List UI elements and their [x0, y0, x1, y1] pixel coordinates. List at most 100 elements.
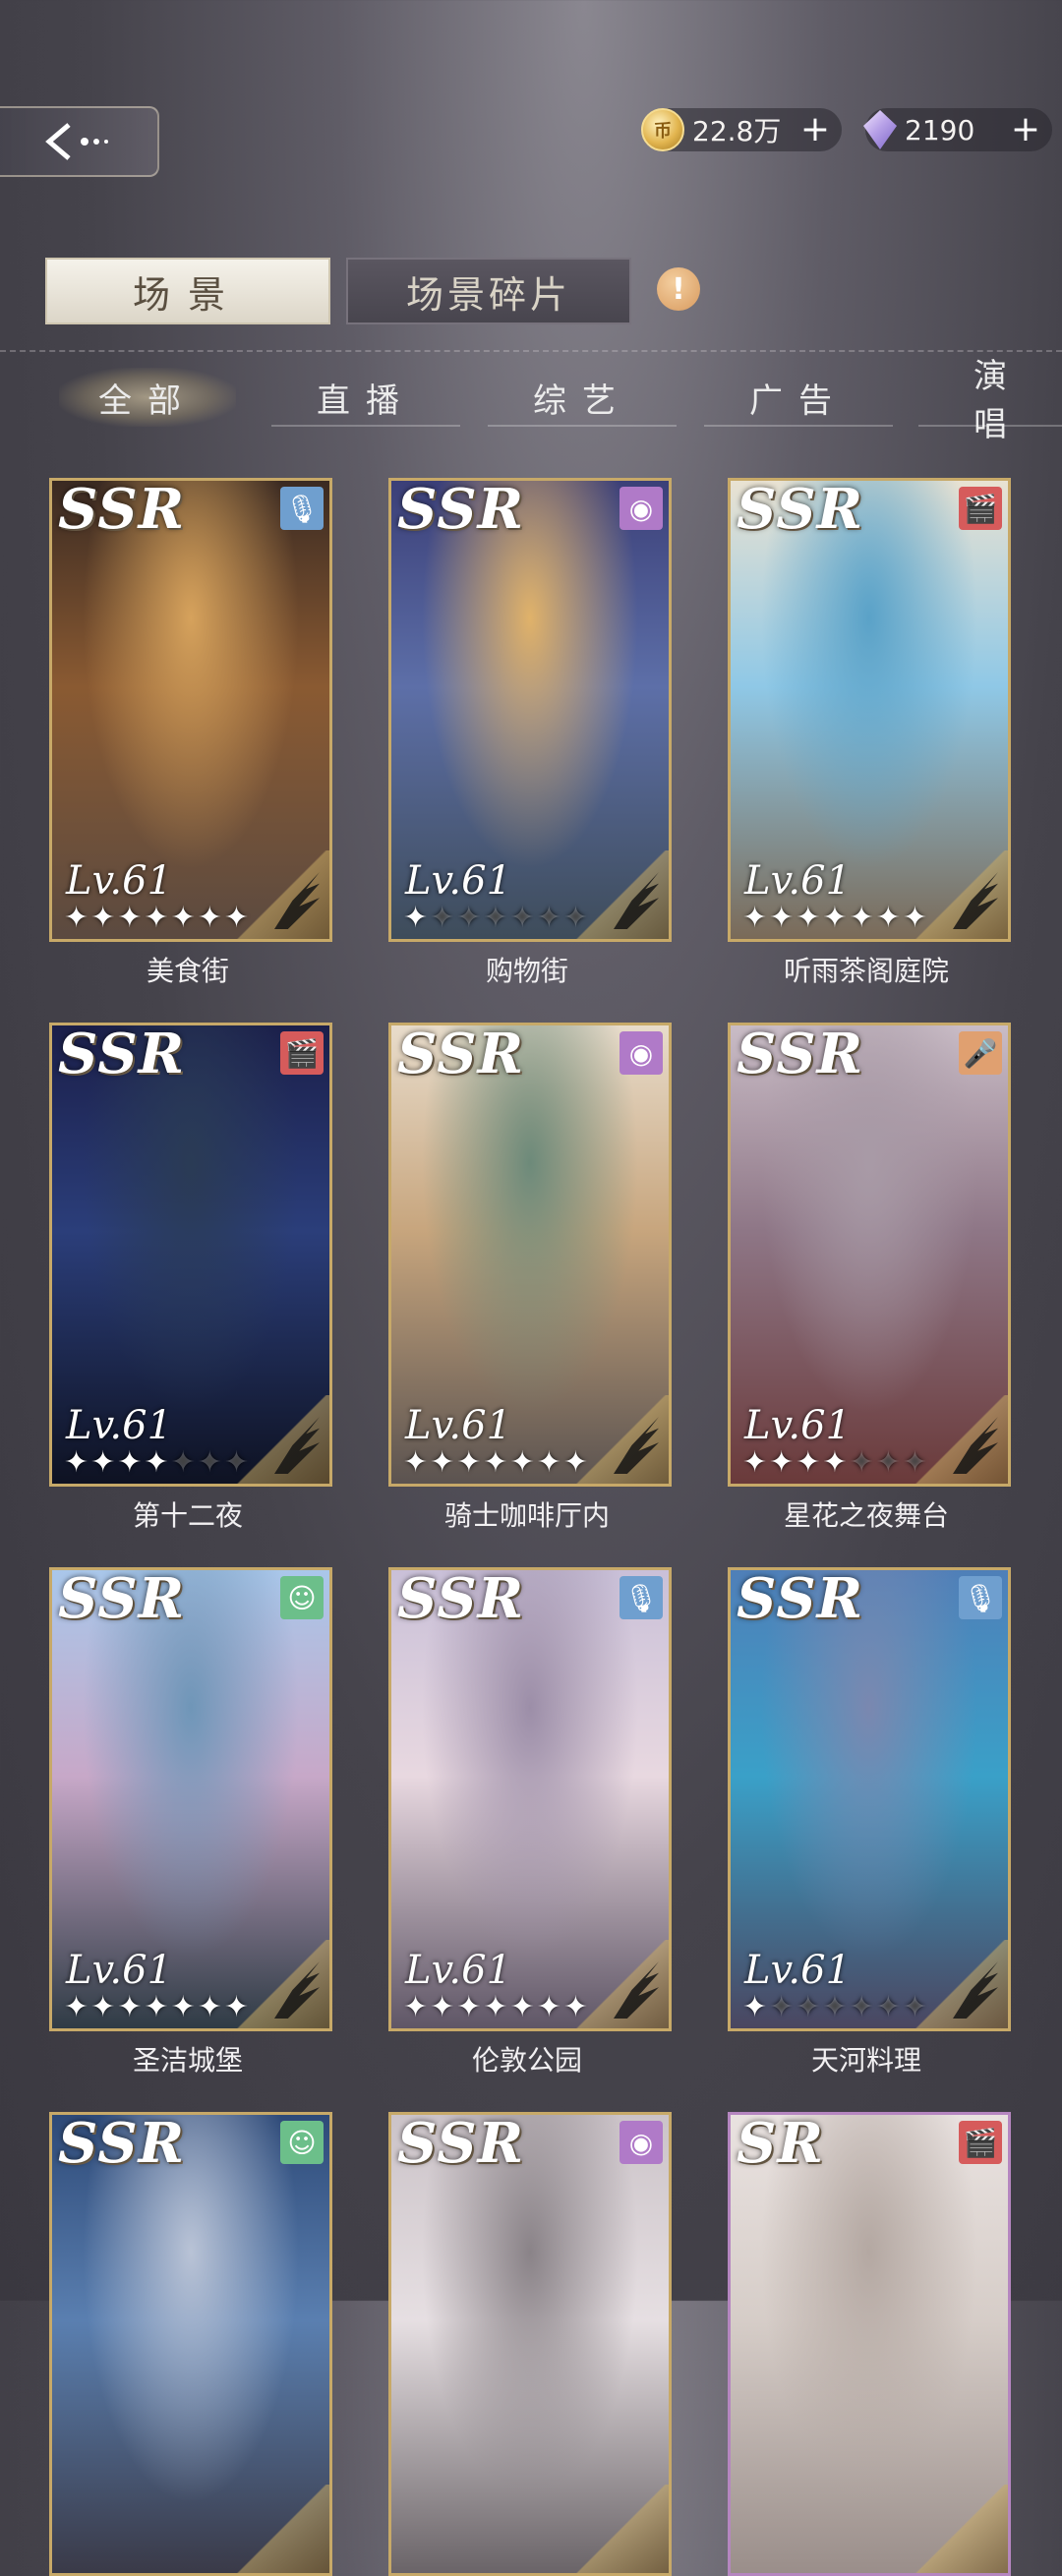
scene-card[interactable]: SSR ◉ Lv.61 ✦✦✦✦✦✦✦ [388, 1023, 672, 1487]
scene-card[interactable]: SSR ◉ Lv.61 ✦✦✦✦✦✦✦ [388, 478, 672, 942]
record-circle-icon: ◉ [620, 1031, 663, 1075]
rarity-label: SSR [58, 2112, 186, 2176]
tab-scene-fragments[interactable]: 场景碎片 [346, 258, 631, 324]
star-icon: ✦ [403, 901, 431, 935]
scene-card[interactable]: SSR 🎬 Lv.61 ✦✦✦✦✦✦✦ [49, 1023, 332, 1487]
scene-card[interactable]: SSR ◉ [388, 2112, 672, 2576]
star-icon: ✦ [403, 1990, 431, 2024]
star-icon: ✦ [483, 901, 510, 935]
star-icon: ✦ [769, 1445, 796, 1480]
scene-card-name: 第十二夜 [132, 1499, 243, 1532]
scene-card[interactable]: SSR 🎙 Lv.61 ✦✦✦✦✦✦✦ [388, 1567, 672, 2031]
scene-card-name: 伦敦公园 [471, 2044, 582, 2077]
star-icon: ✦ [509, 901, 537, 935]
star-icon: ✦ [902, 1445, 929, 1480]
microphone-icon: 🎙 [280, 487, 324, 530]
star-icon: ✦ [483, 1445, 510, 1480]
scene-card[interactable]: SSR 🎤 Lv.61 ✦✦✦✦✦✦✦ [728, 1023, 1011, 1487]
star-icon: ✦ [223, 1990, 251, 2024]
star-icon: ✦ [902, 901, 929, 935]
card-frame-ornament [890, 2485, 1008, 2573]
star-rating: ✦✦✦✦✦✦✦ [742, 1445, 929, 1480]
scene-card-name: 天河料理 [810, 2044, 921, 2077]
add-coins-button[interactable]: + [800, 112, 830, 147]
star-icon: ✦ [769, 1990, 796, 2024]
star-rating: ✦✦✦✦✦✦✦ [403, 901, 590, 935]
scene-card-name: 美食街 [146, 955, 229, 987]
star-icon: ✦ [170, 901, 198, 935]
scene-card-name: 骑士咖啡厅内 [443, 1499, 610, 1532]
category-live[interactable]: 直播 [271, 368, 460, 427]
star-icon: ✦ [536, 1445, 563, 1480]
star-icon: ✦ [144, 901, 171, 935]
category-ads[interactable]: 广告 [704, 368, 893, 427]
scene-card[interactable]: SSR ☺ [49, 2112, 332, 2576]
tab-scene[interactable]: 场景 [45, 258, 330, 324]
rarity-label: SSR [58, 478, 186, 542]
scene-card[interactable]: SSR 🎬 Lv.61 ✦✦✦✦✦✦✦ [728, 478, 1011, 942]
microphone-icon: 🎙 [959, 1576, 1002, 1619]
add-gems-button[interactable]: + [1011, 112, 1040, 147]
category-variety[interactable]: 综艺 [488, 368, 677, 427]
handheld-mic-icon: 🎤 [959, 1031, 1002, 1075]
star-icon: ✦ [430, 1445, 457, 1480]
level-label: Lv.61 [405, 1403, 512, 1448]
star-icon: ✦ [875, 901, 903, 935]
star-icon: ✦ [64, 1445, 91, 1480]
card-frame-ornament [551, 2485, 669, 2573]
star-icon: ✦ [117, 1445, 145, 1480]
category-underline [918, 425, 1062, 427]
info-icon[interactable]: ! [657, 267, 700, 311]
category-underline [488, 425, 677, 427]
star-rating: ✦✦✦✦✦✦✦ [742, 1990, 929, 2024]
star-icon: ✦ [456, 901, 484, 935]
record-circle-icon: ◉ [620, 487, 663, 530]
clapperboard-icon: 🎬 [959, 2121, 1002, 2164]
scene-card-name: 星花之夜舞台 [783, 1499, 949, 1532]
star-icon: ✦ [875, 1445, 903, 1480]
scene-card[interactable]: SSR ☺ Lv.61 ✦✦✦✦✦✦✦ [49, 1567, 332, 2031]
star-icon: ✦ [849, 1990, 876, 2024]
star-icon: ✦ [117, 901, 145, 935]
level-label: Lv.61 [405, 1948, 512, 1993]
back-button[interactable] [0, 106, 159, 177]
star-icon: ✦ [197, 1990, 224, 2024]
scene-card[interactable]: SR 🎬 [728, 2112, 1011, 2576]
clapperboard-icon: 🎬 [280, 1031, 324, 1075]
star-icon: ✦ [430, 901, 457, 935]
category-underline [271, 425, 460, 427]
star-rating: ✦✦✦✦✦✦✦ [64, 1990, 251, 2024]
star-rating: ✦✦✦✦✦✦✦ [403, 1445, 590, 1480]
star-icon: ✦ [64, 1990, 91, 2024]
star-icon: ✦ [875, 1990, 903, 2024]
star-icon: ✦ [117, 1990, 145, 2024]
rarity-label: SSR [58, 1023, 186, 1086]
star-icon: ✦ [796, 901, 823, 935]
level-label: Lv.61 [66, 1403, 173, 1448]
category-all[interactable]: 全部 [59, 368, 236, 427]
rarity-label: SSR [737, 478, 864, 542]
scene-card[interactable]: SSR 🎙 Lv.61 ✦✦✦✦✦✦✦ [728, 1567, 1011, 2031]
level-label: Lv.61 [66, 1948, 173, 1993]
category-underline [704, 425, 893, 427]
star-icon: ✦ [64, 901, 91, 935]
star-icon: ✦ [902, 1990, 929, 2024]
star-icon: ✦ [822, 1990, 850, 2024]
star-icon: ✦ [90, 1445, 118, 1480]
star-rating: ✦✦✦✦✦✦✦ [403, 1990, 590, 2024]
clapperboard-icon: 🎬 [959, 487, 1002, 530]
level-label: Lv.61 [744, 1403, 852, 1448]
star-icon: ✦ [769, 901, 796, 935]
star-icon: ✦ [536, 901, 563, 935]
star-icon: ✦ [90, 901, 118, 935]
level-label: Lv.61 [744, 1948, 852, 1993]
star-rating: ✦✦✦✦✦✦✦ [742, 901, 929, 935]
category-concert[interactable]: 演唱 [918, 357, 1062, 444]
star-icon: ✦ [456, 1990, 484, 2024]
level-label: Lv.61 [744, 858, 852, 904]
scene-card[interactable]: SSR 🎙 Lv.61 ✦✦✦✦✦✦✦ [49, 478, 332, 942]
diamond-icon [863, 110, 897, 149]
gem-balance: 2190 + [863, 108, 1052, 151]
star-icon: ✦ [170, 1990, 198, 2024]
scene-card-name: 圣洁城堡 [132, 2044, 243, 2077]
